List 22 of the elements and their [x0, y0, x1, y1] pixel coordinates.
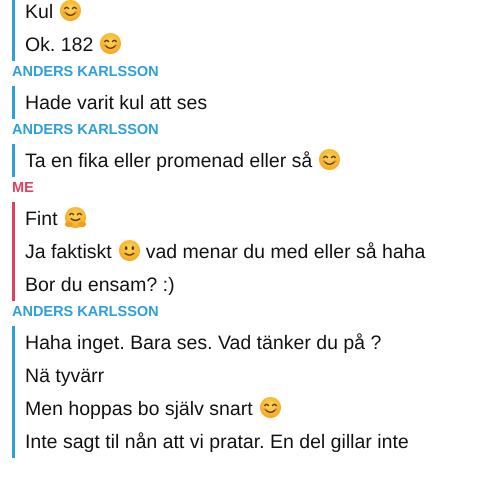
- smiling-face-icon: [258, 396, 282, 418]
- message-text: Ok. 182: [25, 34, 94, 56]
- message-text: Ja faktiskt: [25, 240, 112, 262]
- sender-name: ANDERS KARLSSON: [12, 121, 160, 140]
- sender-name: ME: [12, 179, 35, 198]
- message-text: Fint: [25, 208, 58, 230]
- smiling-face-icon: [118, 238, 141, 262]
- message-text: Kul: [25, 0, 54, 22]
- message-text: Ta en fika eller promenad eller så: [25, 150, 312, 172]
- smiling-face-icon: [318, 148, 342, 170]
- smiling-face-icon: [59, 0, 82, 22]
- sender-name: ANDERS KARLSSON: [12, 63, 160, 82]
- sender-name: ANDERS KARLSSON: [12, 303, 160, 322]
- message-text: Hade varit kul att ses: [25, 92, 208, 114]
- message-text: vad menar du med eller så haha: [146, 240, 426, 262]
- message-text: Nä tyvärr: [25, 364, 104, 386]
- hugging-face-icon: [64, 206, 87, 228]
- message-text: Haha inget. Bara ses. Vad tänker du på ?: [25, 332, 382, 354]
- message-text: Bor du ensam? :): [25, 274, 175, 296]
- smiling-face-icon: [99, 32, 122, 54]
- message-text: Inte sagt til nån att vi pratar. En del gillar inte: [25, 430, 409, 452]
- message-text: Men hoppas bo själv snart: [25, 398, 253, 420]
